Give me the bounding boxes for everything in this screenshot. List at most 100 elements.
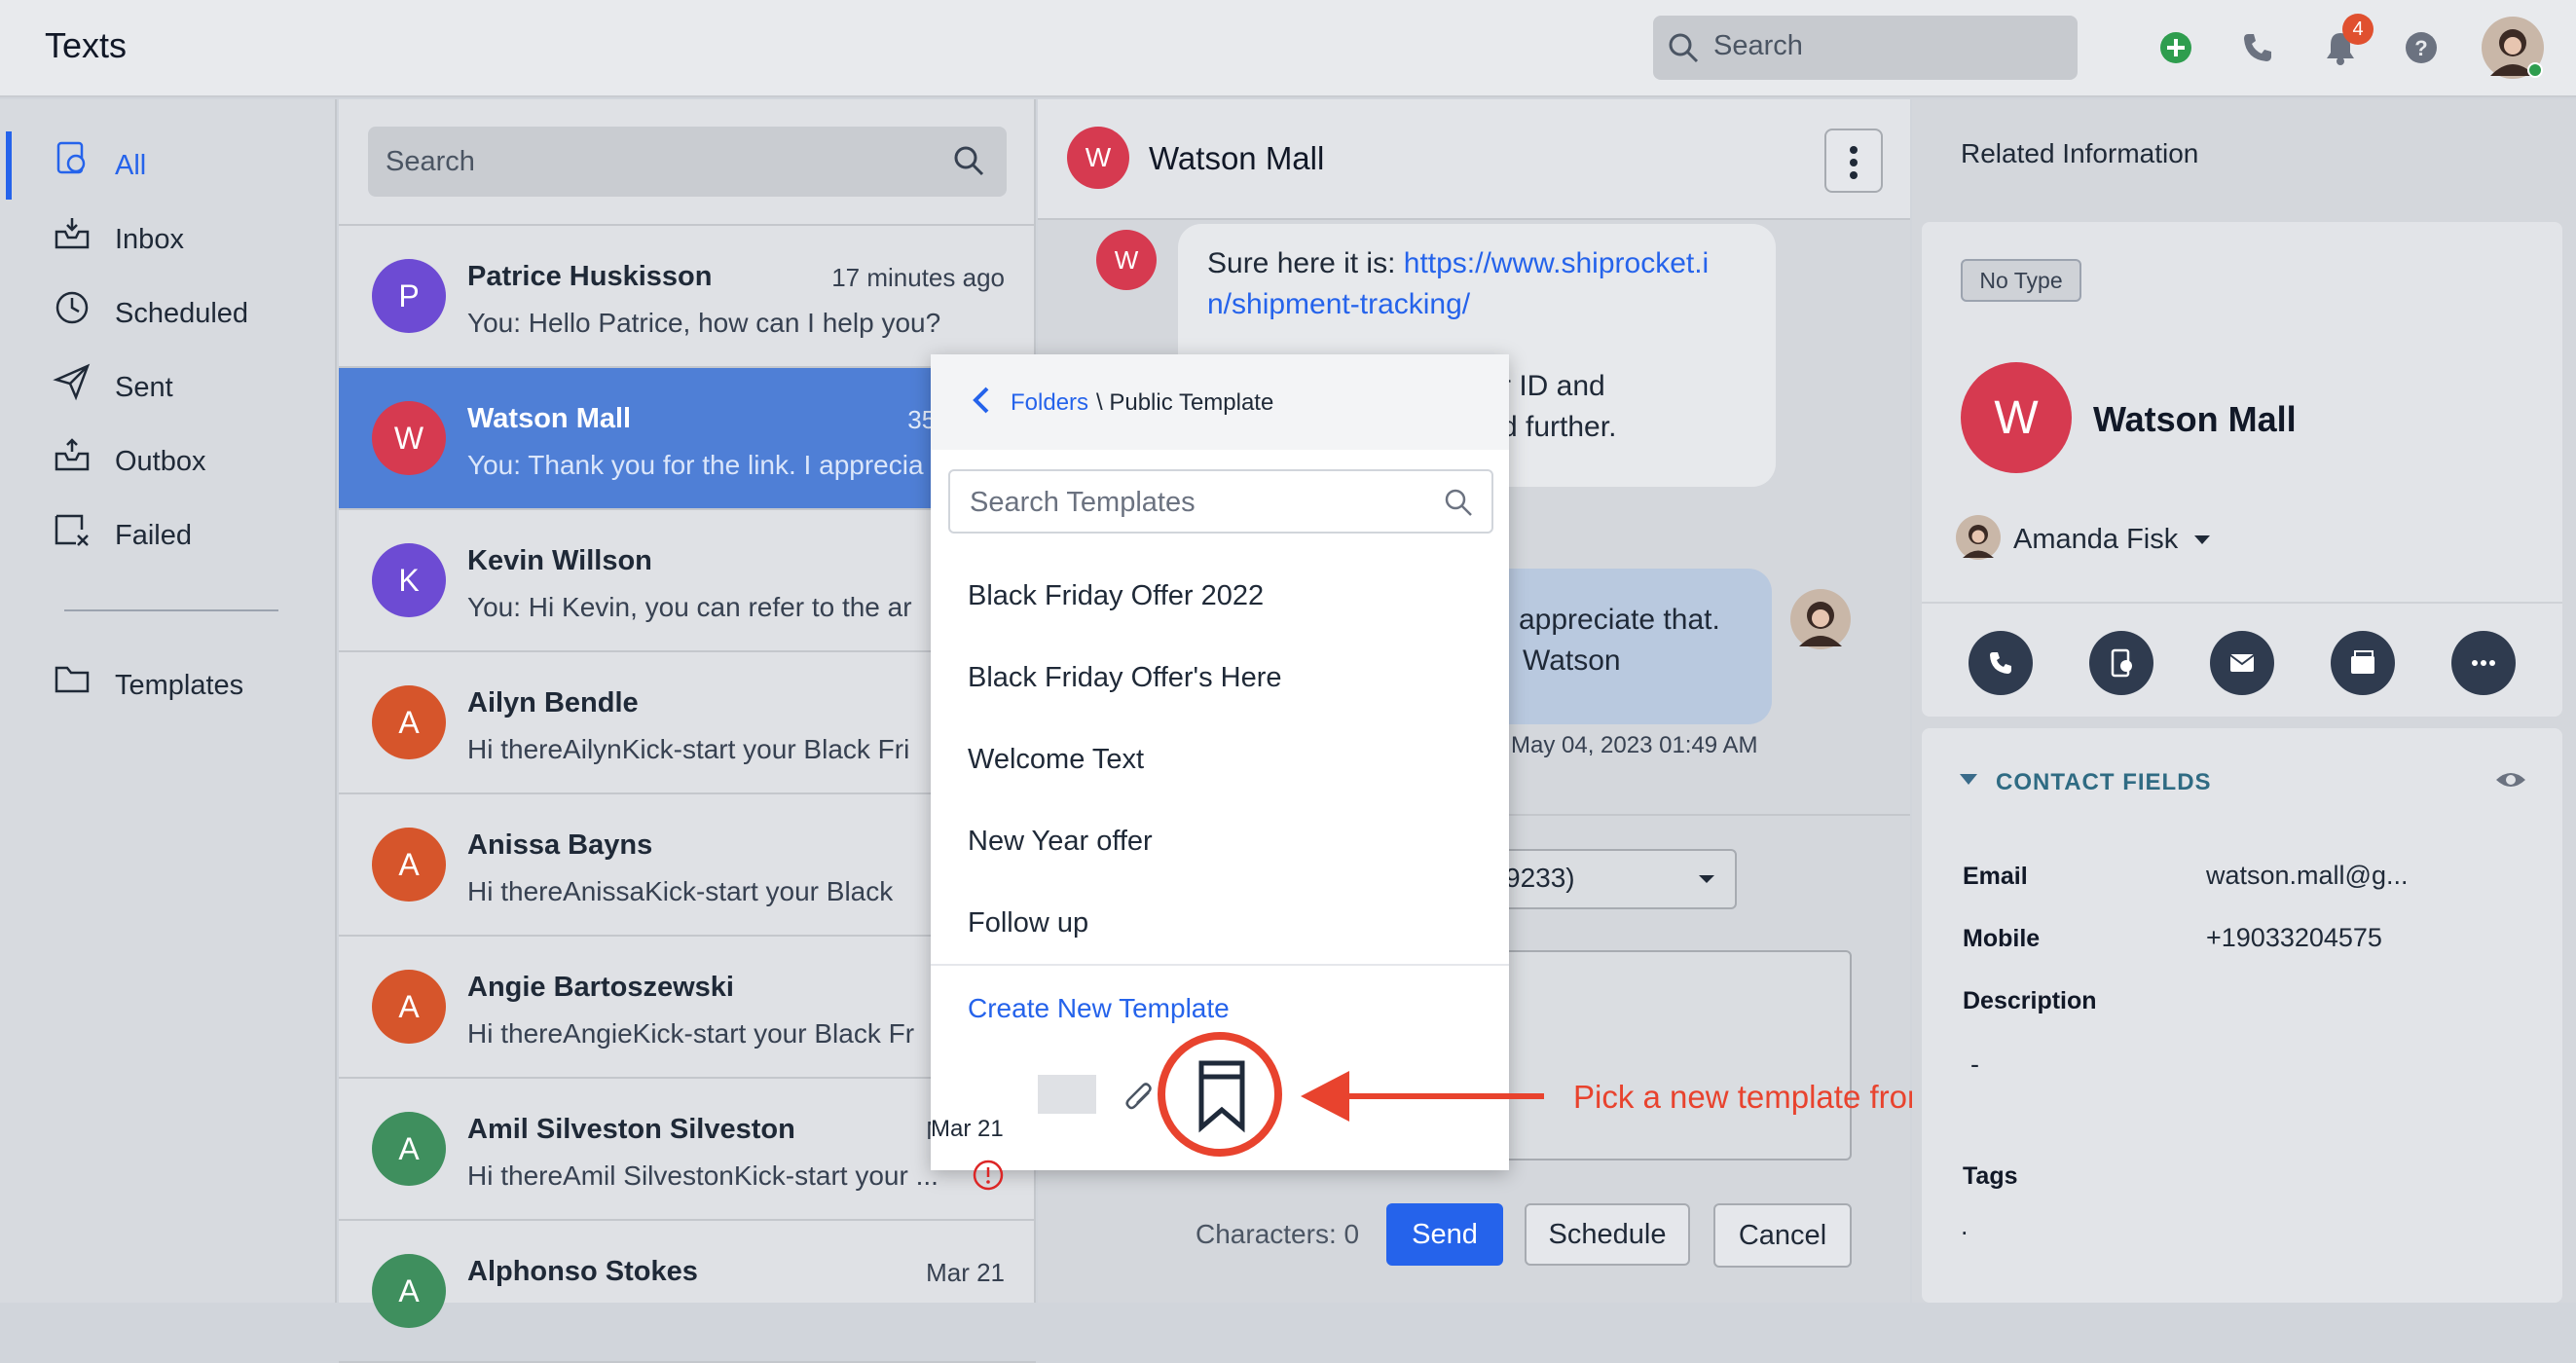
contact-avatar: A <box>372 1112 446 1186</box>
message-text: Sure here it is: <box>1207 247 1404 279</box>
sidebar-item-label: Templates <box>115 670 244 701</box>
conversation-name: Alphonso Stokes <box>467 1256 698 1287</box>
more-options-button[interactable] <box>1824 129 1883 193</box>
message-text: Watson <box>1523 645 1621 677</box>
sidebar-item-all[interactable]: All <box>0 130 337 201</box>
fax-button[interactable] <box>2331 631 2395 695</box>
email-button[interactable] <box>2210 631 2274 695</box>
failed-icon <box>55 514 89 546</box>
sender-avatar <box>1790 589 1851 649</box>
template-item[interactable]: Black Friday Offer 2022 <box>968 580 1264 612</box>
mail-icon <box>2229 654 2255 672</box>
more-actions-button[interactable] <box>2451 631 2516 695</box>
sidebar-item-label: Inbox <box>115 224 184 255</box>
sidebar-item-sent[interactable]: Sent <box>0 352 337 423</box>
user-avatar[interactable] <box>2481 16 2545 80</box>
from-number-value: 9233) <box>1505 863 1575 893</box>
schedule-button[interactable]: Schedule <box>1525 1203 1690 1266</box>
contact-avatar-large: W <box>1961 362 2072 473</box>
message-text: r ID and <box>1501 370 1605 402</box>
global-search-placeholder: Search <box>1713 30 1803 61</box>
contact-avatar: A <box>372 828 446 902</box>
create-template-link[interactable]: Create New Template <box>968 993 1230 1024</box>
section-title[interactable]: CONTACT FIELDS <box>1996 769 2212 796</box>
cancel-button[interactable]: Cancel <box>1713 1203 1852 1268</box>
list-item-time: Mar 21 <box>931 1116 1004 1142</box>
template-search-placeholder: Search Templates <box>970 487 1196 518</box>
owner-avatar <box>1956 515 2001 560</box>
field-value-mobile[interactable]: +19033204575 <box>2206 923 2382 953</box>
sidebar-item-inbox[interactable]: Inbox <box>0 204 337 275</box>
caret-down-icon[interactable] <box>1959 773 1978 787</box>
all-messages-icon <box>56 141 86 174</box>
inbox-icon <box>55 218 90 249</box>
popup-divider <box>931 964 1509 966</box>
template-item[interactable]: Welcome Text <box>968 744 1144 776</box>
sidebar-item-label: All <box>115 150 147 181</box>
sidebar-item-label: Outbox <box>115 446 206 477</box>
conversation-name: Watson Mall <box>467 403 632 434</box>
error-icon <box>973 1160 1004 1191</box>
conversation-time: 17 minutes ago <box>831 263 1005 292</box>
conversation-preview: Hi thereAnissaKick-start your Black <box>467 876 894 906</box>
field-label-description: Description <box>1963 987 2097 1014</box>
template-item[interactable]: Black Friday Offer's Here <box>968 662 1281 694</box>
conversation-preview: You: Hi Kevin, you can refer to the ar <box>467 592 912 622</box>
kebab-icon <box>1850 146 1858 179</box>
phone-icon[interactable] <box>2241 31 2274 64</box>
conversation-name: Kevin Willson <box>467 545 652 576</box>
chevron-down-icon[interactable] <box>2192 534 2212 547</box>
type-badge[interactable]: No Type <box>1961 259 2081 302</box>
field-value-tags[interactable]: . <box>1961 1211 1969 1241</box>
search-icon <box>1445 489 1472 516</box>
add-icon[interactable] <box>2159 31 2192 64</box>
field-value-description[interactable]: - <box>1970 1050 1979 1080</box>
eye-icon[interactable] <box>2494 767 2527 792</box>
owner-name[interactable]: Amanda Fisk <box>2013 524 2178 556</box>
sidebar-item-failed[interactable]: Failed <box>0 500 337 571</box>
ellipsis-icon <box>2472 660 2495 666</box>
conversation-name: Patrice Huskisson <box>467 261 713 292</box>
contact-avatar: W <box>1067 127 1129 189</box>
fax-icon <box>2351 650 2374 674</box>
search-icon <box>1669 33 1699 63</box>
help-icon[interactable]: ? <box>2405 31 2438 64</box>
notification-badge: 4 <box>2342 14 2374 45</box>
outbox-icon <box>55 438 90 471</box>
message-timestamp: May 04, 2023 01:49 AM <box>1511 732 1758 758</box>
sidebar-item-templates[interactable]: Templates <box>0 650 337 720</box>
call-button[interactable] <box>1969 631 2033 695</box>
conversation-time: Mar 21 <box>926 1258 1005 1287</box>
conversation-preview: Hi thereAngieKick-start your Black Fr <box>467 1018 915 1049</box>
contact-avatar: K <box>372 543 446 617</box>
conversation-search-placeholder: Search <box>386 146 475 177</box>
contact-name: Watson Mall <box>2093 399 2297 439</box>
folders-link[interactable]: Folders <box>1011 389 1088 417</box>
conversation-title: Watson Mall <box>1149 140 1325 176</box>
search-icon[interactable] <box>952 144 985 177</box>
conversation-preview: You: Hello Patrice, how can I help you? <box>467 308 941 338</box>
message-link[interactable]: n/shipment-tracking/ <box>1207 288 1470 320</box>
sidebar-item-scheduled[interactable]: Scheduled <box>0 278 337 349</box>
contact-avatar: P <box>372 259 446 333</box>
sidebar-item-label: Failed <box>115 520 192 551</box>
sidebar-item-outbox[interactable]: Outbox <box>0 426 337 497</box>
sidebar-item-label: Scheduled <box>115 298 249 329</box>
chevron-left-icon[interactable] <box>970 386 993 415</box>
svg-text:?: ? <box>2414 36 2427 60</box>
template-item[interactable]: Follow up <box>968 907 1088 939</box>
list-cover <box>1038 1075 1096 1114</box>
conversation-name: Anissa Bayns <box>467 829 653 861</box>
field-label-tags: Tags <box>1963 1162 2018 1190</box>
related-title: Related Information <box>1961 138 2199 168</box>
message-avatar: W <box>1096 230 1157 290</box>
send-button[interactable]: Send <box>1386 1203 1503 1266</box>
conversation-preview: Hi thereAmil SilvestonKick-start your ..… <box>467 1160 938 1191</box>
sms-button[interactable] <box>2089 631 2153 695</box>
contact-avatar: A <box>372 685 446 759</box>
sidebar-divider <box>64 609 278 611</box>
field-value-email[interactable]: watson.mall@g... <box>2206 861 2408 891</box>
message-link[interactable]: https://www.shiprocket.i <box>1404 247 1709 279</box>
card-divider <box>1922 602 2562 604</box>
template-item[interactable]: New Year offer <box>968 826 1153 858</box>
